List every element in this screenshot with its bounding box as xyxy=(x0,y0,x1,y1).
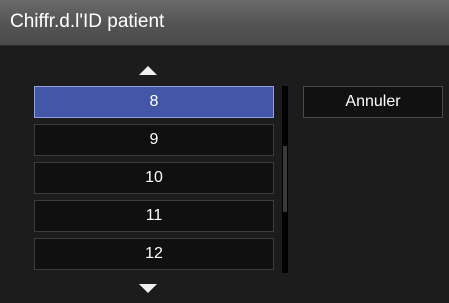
patient-id-dialog: Chiffr.d.l'ID patient 8 9 10 11 12 Annul… xyxy=(0,0,449,303)
triangle-up-icon[interactable] xyxy=(139,66,157,75)
title-bar: Chiffr.d.l'ID patient xyxy=(0,0,449,46)
list-item[interactable]: 10 xyxy=(34,162,274,194)
cancel-button[interactable]: Annuler xyxy=(303,86,443,118)
list-item[interactable]: 9 xyxy=(34,124,274,156)
triangle-down-icon[interactable] xyxy=(139,284,157,293)
scrollbar-thumb[interactable] xyxy=(283,146,287,212)
list-item[interactable]: 12 xyxy=(34,238,274,270)
scrollbar[interactable] xyxy=(282,86,288,273)
dialog-title: Chiffr.d.l'ID patient xyxy=(10,11,165,32)
list-item[interactable]: 11 xyxy=(34,200,274,232)
list-item[interactable]: 8 xyxy=(34,86,274,118)
